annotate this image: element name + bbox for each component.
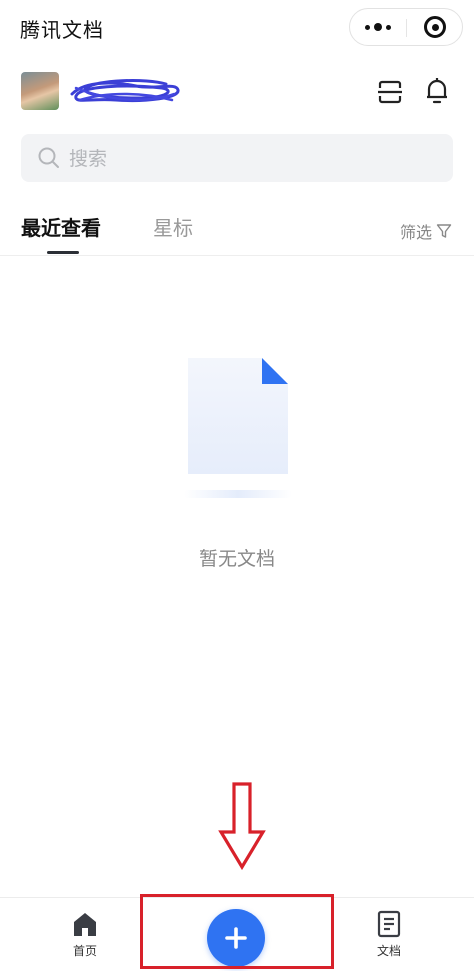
avatar[interactable] — [21, 72, 59, 110]
target-icon — [424, 16, 446, 38]
tabs-divider — [0, 255, 474, 256]
more-dot-icon — [374, 23, 382, 31]
search-input[interactable] — [67, 134, 441, 184]
mini-program-capsule — [349, 8, 463, 46]
filter-icon — [436, 224, 452, 238]
tab-recently-viewed[interactable]: 最近查看 — [21, 212, 101, 241]
title-bar: 腾讯文档 — [0, 0, 474, 54]
tab-starred[interactable]: 星标 — [153, 212, 193, 241]
nav-home[interactable]: 首页 — [55, 910, 115, 959]
nav-documents[interactable]: 文档 — [359, 910, 419, 959]
search-bar[interactable] — [21, 134, 453, 184]
empty-state-text: 暂无文档 — [198, 548, 275, 570]
bell-icon — [427, 78, 447, 104]
annotation-highlight-box — [140, 894, 334, 969]
annotation-arrow-icon — [218, 782, 266, 870]
nav-home-label: 首页 — [72, 944, 97, 958]
close-mini-program-button[interactable] — [407, 9, 463, 45]
filter-button[interactable]: 筛选 — [400, 219, 452, 243]
home-icon — [74, 913, 96, 936]
redacted-username — [70, 79, 180, 102]
more-dot-icon — [365, 24, 370, 30]
document-icon — [377, 910, 401, 938]
app-page: 腾讯文档 搜索 最近查看 星标 筛选 暂无文档 首页 文档 — [0, 0, 474, 971]
active-tab-indicator — [47, 251, 79, 254]
more-dot-icon — [386, 24, 391, 30]
filter-label: 筛选 — [400, 223, 433, 242]
scan-button[interactable] — [374, 76, 406, 108]
empty-document-icon — [184, 358, 292, 498]
app-title: 腾讯文档 — [20, 18, 104, 42]
scan-icon — [378, 80, 402, 104]
search-icon — [38, 147, 59, 168]
nav-documents-label: 文档 — [376, 944, 401, 958]
more-button[interactable] — [350, 9, 406, 45]
notification-button[interactable] — [420, 74, 454, 108]
